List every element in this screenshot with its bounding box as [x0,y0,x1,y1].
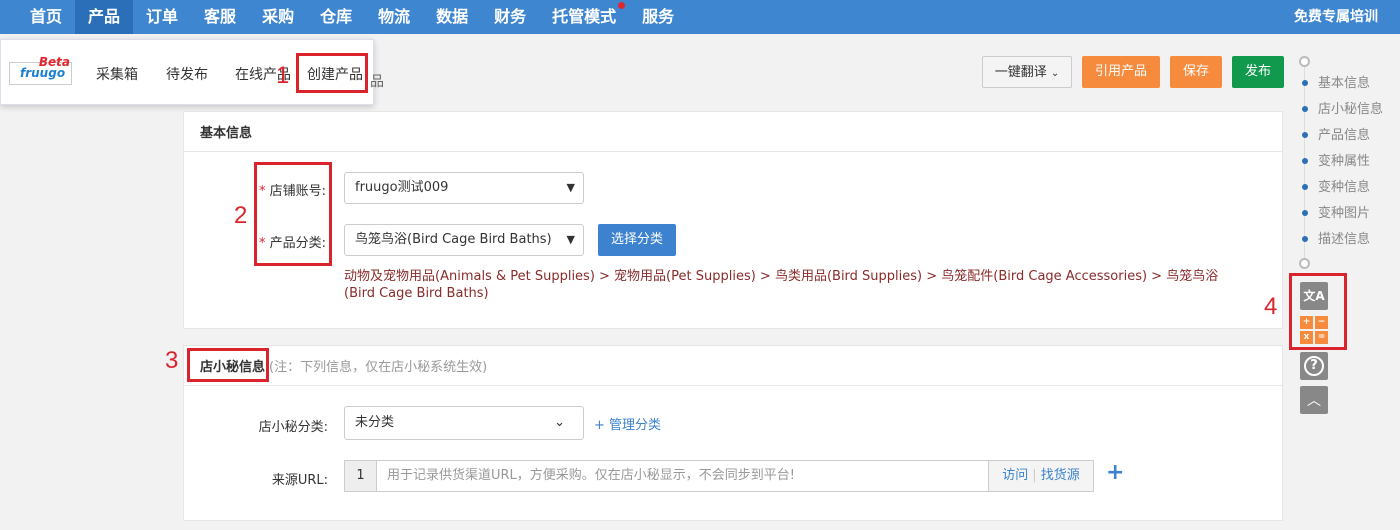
side-nav-label: 描述信息 [1318,232,1371,247]
side-nav-item-3[interactable]: 变种属性 [1300,153,1370,171]
side-nav-label: 产品信息 [1318,128,1371,143]
side-nav-bullet [1302,209,1308,216]
side-nav-bullet [1302,157,1308,164]
free-training-link[interactable]: 免费专属培训 [1294,0,1378,34]
url-index: 1 [345,461,377,491]
save-button[interactable]: 保存 [1170,56,1222,88]
side-nav-bullet [1302,235,1308,242]
nav-item-9[interactable]: 托管模式 [539,0,629,34]
submenu-item-pending[interactable]: 待发布 [166,64,208,84]
side-nav-item-6[interactable]: 描述信息 [1300,231,1370,249]
manage-category-link[interactable]: + 管理分类 [594,414,661,433]
nav-item-6[interactable]: 物流 [365,0,423,34]
notification-dot [618,2,626,9]
side-nav-item-5[interactable]: 变种图片 [1300,205,1370,223]
source-url-input[interactable]: 用于记录供货渠道URL，方便采购。仅在店小秘显示，不会同步到平台! [387,461,795,491]
side-nav-bullet [1302,105,1308,112]
side-nav-item-2[interactable]: 产品信息 [1300,127,1370,145]
side-nav-bullet [1302,183,1308,190]
side-nav-label: 基本信息 [1318,76,1371,91]
side-nav-bullet [1302,79,1308,86]
nav-item-7[interactable]: 数据 [423,0,481,34]
chevron-down-icon: ⌄ [1050,68,1060,79]
page-title-fragment: 品 [370,74,384,90]
annotation-number-3: 3 [165,347,179,374]
side-nav-end-circle [1299,258,1310,269]
chevron-down-icon: ⌄ [554,415,565,430]
side-nav-item-4[interactable]: 变种信息 [1300,179,1370,197]
translate-label: 一键翻译 [994,65,1047,80]
side-nav-item-0[interactable]: 基本信息 [1300,75,1370,93]
annotation-box-1 [296,53,368,93]
source-url-label: 来源URL: [271,473,328,488]
side-nav-item-1[interactable]: 店小秘信息 [1300,101,1383,119]
side-nav-bullet [1302,131,1308,138]
url-addon: 访问 | 找货源 [988,461,1093,491]
chevron-down-icon: ▼ [566,181,575,194]
basic-info-title: 基本信息 [184,112,1282,152]
top-navigation-bar: 首页 产品 订单 客服 采购 仓库 物流 数据 财务 托管模式 服务 免费专属培训 [0,0,1400,34]
nav-item-10[interactable]: 服务 [629,0,687,34]
nav-item-2[interactable]: 订单 [133,0,191,34]
beta-badge: Beta [38,55,70,69]
nav-item-5[interactable]: 仓库 [307,0,365,34]
side-nav-start-circle [1299,56,1310,67]
annotation-number-4: 4 [1264,293,1278,320]
nav-item-8[interactable]: 财务 [481,0,539,34]
publish-button[interactable]: 发布 [1232,56,1284,88]
side-nav-label: 变种图片 [1318,206,1371,221]
annotation-number-2: 2 [234,202,248,229]
find-source-link[interactable]: 找货源 [1041,468,1080,483]
store-account-select[interactable]: fruugo测试009 ▼ [344,172,584,204]
fruugo-logo: fruugo Beta [9,55,72,85]
secret-category-value: 未分类 [355,415,395,430]
cite-product-button[interactable]: 引用产品 [1082,56,1160,88]
side-nav-label: 变种信息 [1318,180,1371,195]
select-category-button[interactable]: 选择分类 [598,224,676,256]
store-account-value: fruugo测试009 [355,180,449,195]
nav-item-4[interactable]: 采购 [249,0,307,34]
back-to-top-icon[interactable]: ︿ [1300,386,1328,414]
nav-item-3[interactable]: 客服 [191,0,249,34]
help-glyph: ? [1304,356,1324,376]
side-nav-label: 变种属性 [1318,154,1371,169]
addon-separator: | [1032,468,1037,483]
help-icon[interactable]: ? [1300,352,1328,380]
nav-item-0[interactable]: 首页 [17,0,75,34]
secret-info-note: (注：下列信息，仅在店小秘系统生效) [269,360,488,375]
category-path: 动物及宠物用品(Animals & Pet Supplies) > 宠物用品(P… [344,269,1219,301]
side-nav-label: 店小秘信息 [1318,102,1384,117]
annotation-number-1: 1 [276,62,290,89]
secret-info-title: 店小秘信息 (注：下列信息，仅在店小秘系统生效) [184,346,1282,386]
annotation-box-4 [1289,273,1347,350]
annotation-box-3 [187,348,269,382]
product-category-select[interactable]: 鸟笼鸟浴(Bird Cage Bird Baths) ▼ [344,224,584,256]
submenu-item-collect-box[interactable]: 采集箱 [96,64,138,84]
secret-category-label: 店小秘分类: [258,420,328,435]
source-url-group: 1 用于记录供货渠道URL，方便采购。仅在店小秘显示，不会同步到平台! 访问 | 找… [344,460,1094,492]
annotation-box-2 [254,162,332,266]
add-url-button[interactable]: + [1106,460,1124,485]
basic-info-heading: 基本信息 [200,126,253,141]
secret-category-select[interactable]: 未分类 ⌄ [344,406,584,440]
visit-link[interactable]: 访问 [1002,468,1028,483]
one-click-translate-button[interactable]: 一键翻译 ⌄ [982,56,1072,88]
product-category-value: 鸟笼鸟浴(Bird Cage Bird Baths) [355,232,552,247]
nav-item-1[interactable]: 产品 [75,0,134,34]
chevron-down-icon: ▼ [566,233,575,246]
